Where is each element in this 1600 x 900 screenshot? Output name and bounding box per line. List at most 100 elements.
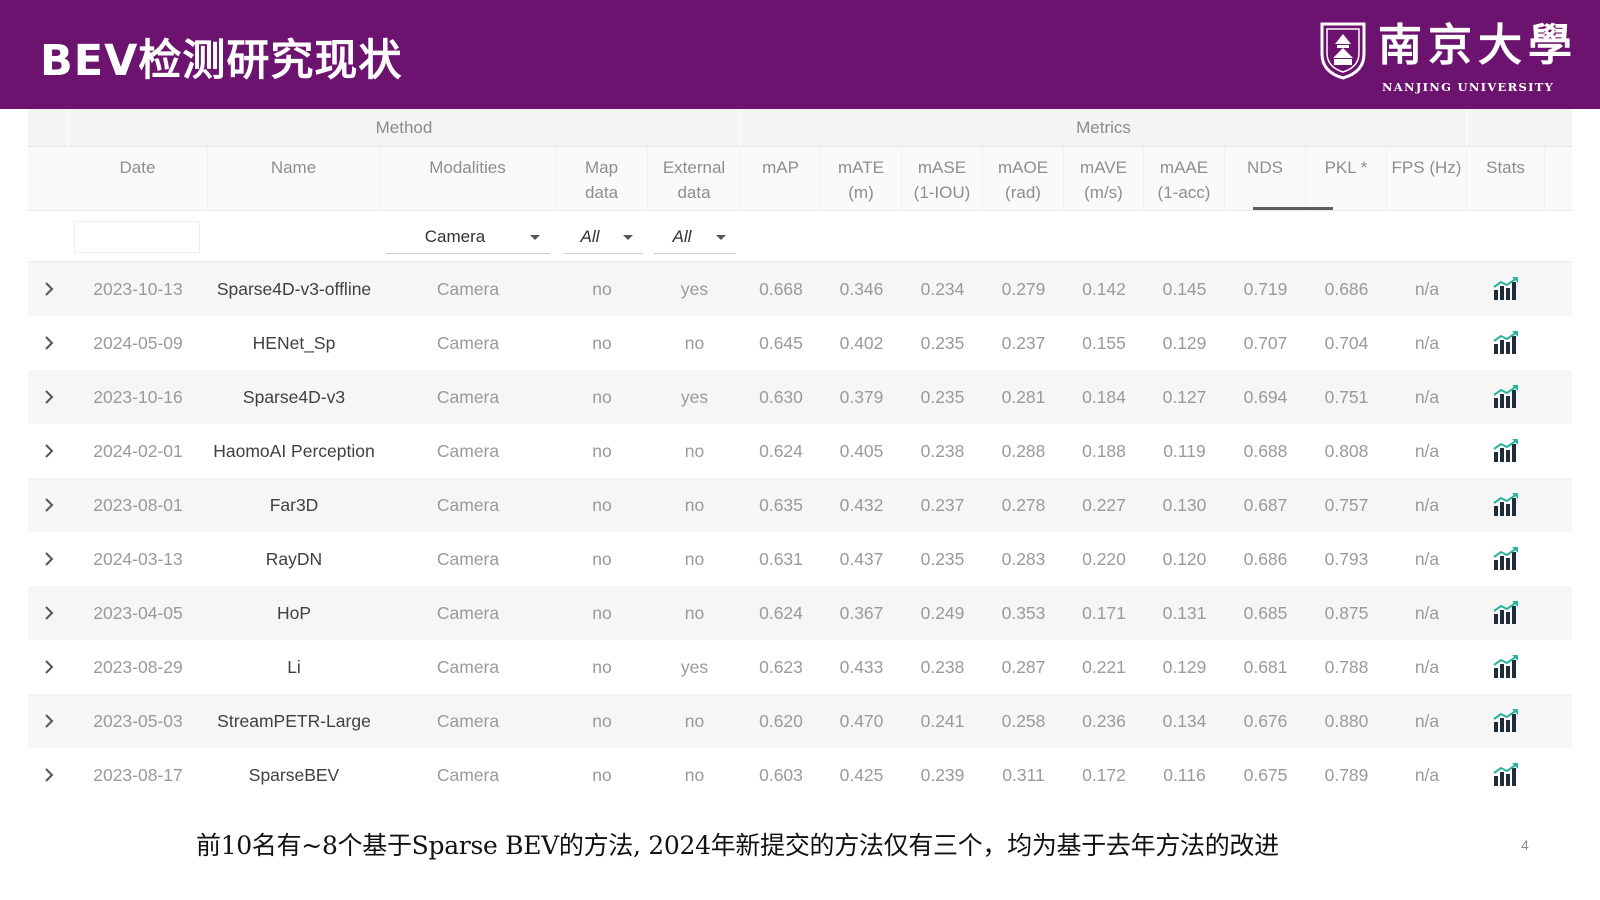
cell-nds: 0.694 bbox=[1243, 387, 1288, 407]
column-header-nds[interactable]: NDS bbox=[1225, 147, 1306, 211]
table-row[interactable]: 2024-05-09 HENet_Sp Camera no no 0.645 0.402 0.… bbox=[28, 316, 1572, 370]
cell-fps: n/a bbox=[1414, 387, 1440, 407]
cell-map-data: no bbox=[592, 765, 612, 785]
column-header-mave[interactable]: mAVE (m/s) bbox=[1064, 147, 1144, 211]
table-row[interactable]: 2023-10-16 Sparse4D-v3 Camera no yes 0.630 0.3… bbox=[28, 370, 1572, 424]
table-row[interactable]: 2023-08-01 Far3D Camera no no 0.635 0.432 0.237… bbox=[28, 478, 1572, 532]
cell-map-metric: 0.624 bbox=[759, 603, 803, 623]
cell-nds: 0.707 bbox=[1243, 333, 1288, 353]
cell-maoe: 0.237 bbox=[1001, 333, 1046, 353]
column-header-date[interactable]: Date bbox=[68, 147, 208, 211]
chevron-right-icon[interactable] bbox=[44, 606, 54, 620]
column-header-pkl[interactable]: PKL * bbox=[1306, 147, 1387, 211]
column-header-map-metric[interactable]: mAP bbox=[741, 147, 821, 211]
cell-maoe: 0.279 bbox=[1001, 279, 1046, 299]
cell-maoe: 0.281 bbox=[1001, 387, 1046, 407]
cell-map-data: no bbox=[592, 495, 612, 515]
stats-chart-icon[interactable] bbox=[1493, 438, 1519, 462]
table-row[interactable]: 2024-03-13 RayDN Camera no no 0.631 0.437 0.235… bbox=[28, 532, 1572, 586]
cell-mate: 0.470 bbox=[839, 711, 884, 731]
table-row[interactable]: 2023-08-17 SparseBEV Camera no no 0.603 0.425 0… bbox=[28, 748, 1572, 802]
cell-map-metric: 0.603 bbox=[759, 765, 803, 785]
cell-mave: 0.220 bbox=[1082, 549, 1126, 569]
table-row[interactable]: 2023-05-03 StreamPETR-Large Camera no no 0.62… bbox=[28, 694, 1572, 748]
cell-maae: 0.131 bbox=[1162, 603, 1207, 623]
cell-name[interactable]: Far3D bbox=[208, 478, 380, 532]
chevron-right-icon[interactable] bbox=[44, 336, 54, 350]
chevron-right-icon[interactable] bbox=[44, 768, 54, 782]
modalities-filter-select[interactable]: Camera bbox=[386, 220, 550, 254]
cell-name[interactable]: HoP bbox=[208, 586, 380, 640]
cell-map-metric: 0.624 bbox=[759, 441, 803, 461]
cell-nds: 0.676 bbox=[1243, 711, 1288, 731]
cell-fps: n/a bbox=[1414, 603, 1440, 623]
cell-pkl: 0.751 bbox=[1324, 387, 1369, 407]
cell-modalities: Camera bbox=[436, 441, 500, 461]
stats-chart-icon[interactable] bbox=[1493, 276, 1519, 300]
cell-maae: 0.134 bbox=[1162, 711, 1207, 731]
cell-mase: 0.234 bbox=[920, 279, 965, 299]
cell-name[interactable]: RayDN bbox=[208, 532, 380, 586]
chevron-right-icon[interactable] bbox=[44, 390, 54, 404]
external-data-filter-select[interactable]: All bbox=[654, 220, 736, 254]
column-header-maae[interactable]: mAAE (1-acc) bbox=[1144, 147, 1225, 211]
cell-mase: 0.249 bbox=[920, 603, 965, 623]
cell-name[interactable]: StreamPETR-Large bbox=[208, 694, 380, 748]
cell-name[interactable]: Sparse4D-v3 bbox=[208, 370, 380, 424]
column-header-external-data[interactable]: External data bbox=[648, 147, 741, 211]
column-header-name[interactable]: Name bbox=[208, 147, 380, 211]
cell-mate: 0.405 bbox=[839, 441, 884, 461]
column-header-mase[interactable]: mASE (1-IOU) bbox=[902, 147, 983, 211]
table-row[interactable]: 2023-10-13 Sparse4D-v3-offline Camera no yes… bbox=[28, 262, 1572, 316]
chevron-right-icon[interactable] bbox=[44, 282, 54, 296]
column-header-row: Date Name Modalities Map data External data m… bbox=[28, 147, 1572, 211]
cell-pkl: 0.793 bbox=[1324, 549, 1369, 569]
chevron-right-icon[interactable] bbox=[44, 498, 54, 512]
stats-chart-icon[interactable] bbox=[1493, 546, 1519, 570]
cell-external-data: no bbox=[684, 711, 705, 731]
cell-mase: 0.238 bbox=[920, 657, 965, 677]
cell-fps: n/a bbox=[1414, 657, 1440, 677]
column-header-map-data[interactable]: Map data bbox=[556, 147, 648, 211]
cell-maae: 0.127 bbox=[1162, 387, 1207, 407]
chevron-right-icon[interactable] bbox=[44, 444, 54, 458]
cell-maoe: 0.287 bbox=[1001, 657, 1046, 677]
cell-nds: 0.687 bbox=[1243, 495, 1288, 515]
cell-fps: n/a bbox=[1414, 279, 1440, 299]
cell-name[interactable]: Sparse4D-v3-offline bbox=[208, 262, 380, 316]
chevron-right-icon[interactable] bbox=[44, 660, 54, 674]
cell-name[interactable]: HaomoAI Perception bbox=[208, 424, 380, 478]
column-header-fps[interactable]: FPS (Hz) bbox=[1387, 147, 1467, 211]
cell-map-data: no bbox=[592, 441, 612, 461]
table-row[interactable]: 2023-04-05 HoP Camera no no 0.624 0.367 0.249 0.… bbox=[28, 586, 1572, 640]
stats-chart-icon[interactable] bbox=[1493, 492, 1519, 516]
cell-fps: n/a bbox=[1414, 765, 1440, 785]
cell-name[interactable]: SparseBEV bbox=[208, 748, 380, 802]
column-header-maoe[interactable]: mAOE (rad) bbox=[983, 147, 1064, 211]
cell-date: 2023-04-05 bbox=[93, 603, 183, 623]
cell-pkl: 0.808 bbox=[1324, 441, 1369, 461]
stats-chart-icon[interactable] bbox=[1493, 762, 1519, 786]
stats-chart-icon[interactable] bbox=[1493, 654, 1519, 678]
table-row[interactable]: 2023-08-29 Li Camera no yes 0.623 0.433 0.238 0.… bbox=[28, 640, 1572, 694]
cell-maae: 0.129 bbox=[1162, 333, 1207, 353]
cell-name[interactable]: Li bbox=[208, 640, 380, 694]
column-header-modalities[interactable]: Modalities bbox=[380, 147, 556, 211]
chevron-right-icon[interactable] bbox=[44, 552, 54, 566]
map-data-filter-select[interactable]: All bbox=[563, 220, 643, 254]
column-header-mate[interactable]: mATE (m) bbox=[821, 147, 902, 211]
table-row[interactable]: 2024-02-01 HaomoAI Perception Camera no no 0.… bbox=[28, 424, 1572, 478]
cell-mave: 0.221 bbox=[1082, 657, 1126, 677]
cell-date: 2023-08-17 bbox=[93, 765, 183, 785]
cell-mate: 0.433 bbox=[839, 657, 884, 677]
chevron-right-icon[interactable] bbox=[44, 714, 54, 728]
stats-chart-icon[interactable] bbox=[1493, 384, 1519, 408]
stats-chart-icon[interactable] bbox=[1493, 330, 1519, 354]
stats-chart-icon[interactable] bbox=[1493, 708, 1519, 732]
cell-maoe: 0.278 bbox=[1001, 495, 1046, 515]
stats-chart-icon[interactable] bbox=[1493, 600, 1519, 624]
cell-name[interactable]: HENet_Sp bbox=[208, 316, 380, 370]
date-filter-input[interactable] bbox=[74, 221, 200, 253]
column-header-stats[interactable]: Stats bbox=[1467, 147, 1545, 211]
cell-map-metric: 0.631 bbox=[759, 549, 803, 569]
